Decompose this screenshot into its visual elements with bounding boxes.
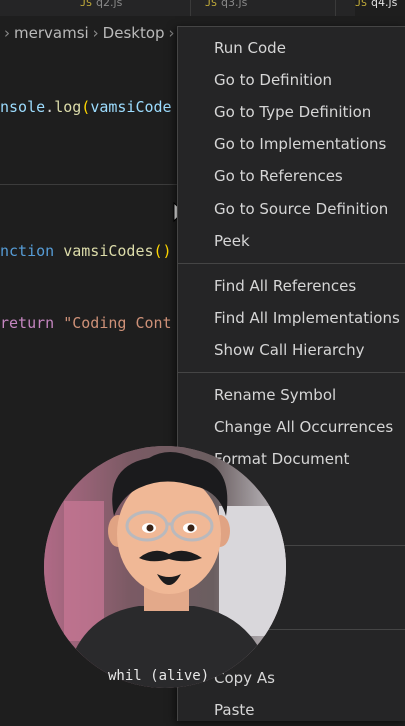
tab-q4[interactable]: JS q4.js (355, 0, 405, 16)
divider (0, 184, 180, 185)
code-line: nction vamsiCodes() (0, 242, 172, 260)
caption-text: whil (alive) (108, 668, 210, 684)
chevron-right-icon: › (92, 24, 99, 42)
tab-bar: JS q2.js JS q3.js JS q4.js (0, 0, 405, 16)
menu-item-rename-symbol[interactable]: Rename Symbol (214, 379, 404, 411)
menu-item-go-to-type-definition[interactable]: Go to Type Definition (214, 96, 404, 128)
menu-separator (178, 263, 405, 264)
menu-item-go-to-source-definition[interactable]: Go to Source Definition (214, 193, 404, 225)
tab-label: q2.js (96, 0, 123, 9)
code-editor[interactable]: nsole.log(vamsiCode nction vamsiCodes() … (0, 47, 190, 359)
js-file-icon: JS (355, 0, 368, 9)
menu-item-run-code[interactable]: Run Code (214, 32, 404, 64)
menu-item-copy-as[interactable]: Copy As (214, 662, 404, 694)
webcam-avatar (44, 446, 286, 688)
breadcrumb-item[interactable]: Desktop (103, 24, 165, 42)
menu-item-find-all-references[interactable]: Find All References (214, 270, 404, 302)
menu-separator (178, 372, 405, 373)
menu-item-show-call-hierarchy[interactable]: Show Call Hierarchy (214, 334, 404, 366)
avatar-illustration (44, 446, 286, 688)
menu-item-go-to-implementations[interactable]: Go to Implementations (214, 128, 404, 160)
js-file-icon: JS (205, 0, 218, 9)
menu-item-paste[interactable]: Paste (214, 694, 404, 726)
tab-q3[interactable]: JS q3.js (205, 0, 300, 16)
menu-item-go-to-definition[interactable]: Go to Definition (214, 64, 404, 96)
js-file-icon: JS (80, 0, 93, 9)
menu-item-peek[interactable]: Peek (214, 225, 404, 257)
chevron-right-icon: › (168, 24, 175, 42)
menu-item-format-document[interactable]: Format Document (214, 443, 404, 475)
breadcrumb: › mervamsi › Desktop › (0, 20, 190, 46)
menu-item-find-all-implementations[interactable]: Find All Implementations (214, 302, 404, 334)
code-line: nsole.log(vamsiCode (0, 98, 172, 116)
menu-item-go-to-references[interactable]: Go to References (214, 160, 404, 192)
tab-q2[interactable]: JS q2.js (80, 0, 170, 16)
chevron-right-icon: › (4, 24, 10, 42)
breadcrumb-item[interactable]: mervamsi (14, 24, 89, 42)
menu-item-change-all-occurrences[interactable]: Change All Occurrences (214, 411, 404, 443)
tab-label: q4.js (371, 0, 398, 9)
code-line: return "Coding Cont (0, 314, 172, 332)
tab-label: q3.js (221, 0, 248, 9)
